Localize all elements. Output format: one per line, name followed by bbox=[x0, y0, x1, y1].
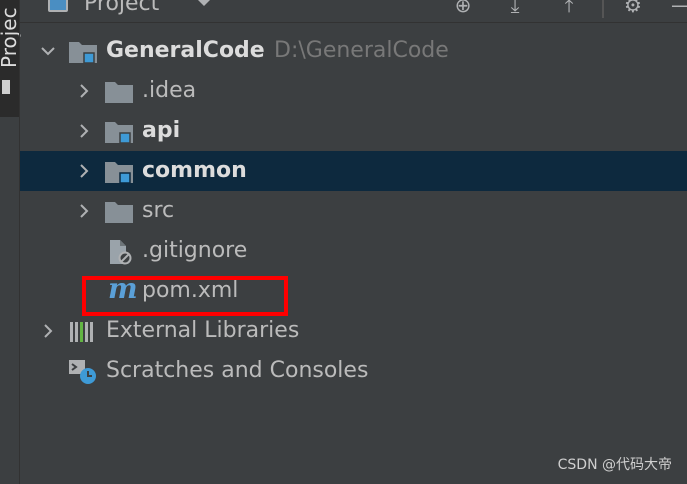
watermark: CSDN @代码大帝 bbox=[557, 457, 672, 473]
project-view-icon bbox=[48, 0, 68, 12]
tab-indicator bbox=[2, 80, 10, 94]
module-label: api bbox=[142, 118, 181, 143]
project-tree: GeneralCode D:\GeneralCode .idea api com… bbox=[20, 31, 687, 391]
gear-icon[interactable]: ⚙ bbox=[620, 0, 646, 16]
collapse-all-icon[interactable]: ⤒ bbox=[556, 0, 582, 16]
scratches-icon bbox=[69, 360, 96, 384]
project-view-title[interactable]: Project bbox=[84, 0, 159, 16]
root-module-name: GeneralCode bbox=[106, 38, 265, 63]
project-toolbar: Project ⊕ ⤓ ⤒ ⚙ — bbox=[20, 0, 687, 21]
chevron-right-icon[interactable] bbox=[28, 311, 68, 351]
module-folder-icon bbox=[105, 162, 133, 184]
chevron-right-icon[interactable] bbox=[64, 191, 104, 231]
tree-row-common[interactable]: common bbox=[20, 151, 687, 191]
tree-row-scratches[interactable]: Scratches and Consoles bbox=[20, 351, 687, 391]
chevron-down-icon[interactable] bbox=[28, 31, 68, 71]
module-folder-icon bbox=[69, 42, 97, 64]
tree-row-api[interactable]: api bbox=[20, 111, 687, 151]
module-folder-icon bbox=[105, 122, 133, 144]
folder-label: src bbox=[142, 198, 175, 223]
external-libraries-label: External Libraries bbox=[106, 318, 300, 343]
tree-row-external-libraries[interactable]: External Libraries bbox=[20, 311, 687, 351]
module-label: common bbox=[142, 158, 247, 183]
tree-row-root[interactable]: GeneralCode D:\GeneralCode bbox=[20, 31, 687, 71]
file-label: .gitignore bbox=[142, 238, 248, 263]
chevron-down-icon[interactable] bbox=[194, 0, 214, 6]
ignored-file-icon bbox=[110, 240, 132, 265]
toolbar-separator bbox=[602, 0, 604, 18]
locate-file-icon[interactable]: ⊕ bbox=[450, 0, 476, 16]
minimize-icon[interactable]: — bbox=[668, 0, 687, 16]
tree-row-src[interactable]: src bbox=[20, 191, 687, 231]
root-module-path: D:\GeneralCode bbox=[274, 38, 449, 63]
scratches-label: Scratches and Consoles bbox=[106, 358, 369, 383]
toolbar-border bbox=[20, 22, 687, 23]
chevron-right-icon[interactable] bbox=[64, 71, 104, 111]
tool-window-strip: Project bbox=[0, 0, 21, 117]
tree-row-idea[interactable]: .idea bbox=[20, 71, 687, 111]
tree-row-gitignore[interactable]: .gitignore bbox=[20, 231, 687, 271]
folder-icon bbox=[105, 202, 133, 223]
folder-label: .idea bbox=[142, 78, 197, 103]
folder-icon bbox=[105, 82, 133, 103]
highlight-annotation-box bbox=[82, 276, 288, 316]
library-icon bbox=[70, 322, 93, 342]
expand-all-icon[interactable]: ⤓ bbox=[502, 0, 528, 16]
chevron-right-icon[interactable] bbox=[64, 151, 104, 191]
chevron-right-icon[interactable] bbox=[64, 111, 104, 151]
